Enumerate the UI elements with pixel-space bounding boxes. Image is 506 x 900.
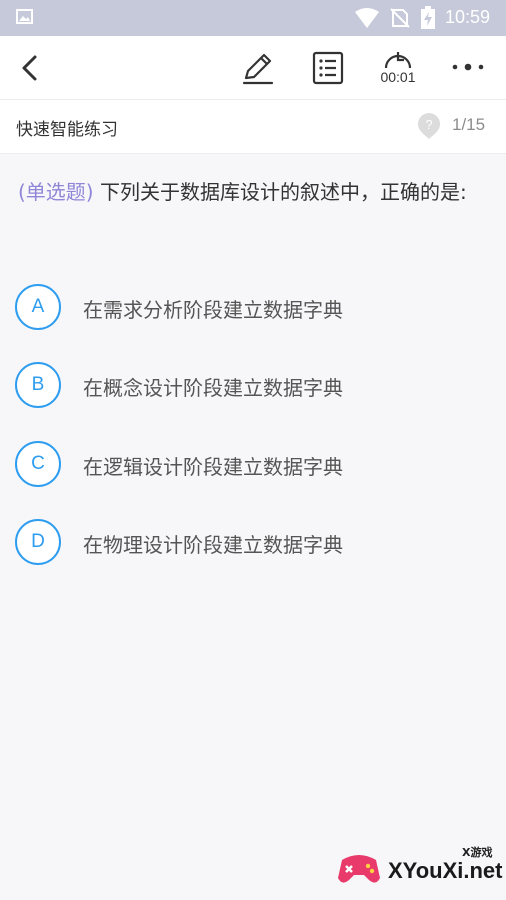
more-icon[interactable]: [448, 60, 488, 74]
option-text: 在需求分析阶段建立数据字典: [83, 298, 343, 322]
option-d[interactable]: D 在物理设计阶段建立数据字典: [15, 519, 485, 571]
timer-icon: [384, 52, 412, 69]
back-icon[interactable]: [16, 52, 44, 84]
question-type-label: (单选题): [18, 180, 94, 204]
page-title: 快速智能练习: [16, 120, 118, 140]
watermark-main: XYouXi.net: [388, 858, 503, 883]
question-text: (单选题) 下列关于数据库设计的叙述中，正确的是:: [18, 174, 488, 211]
option-letter: B: [15, 362, 61, 408]
toolbar: 00:01: [0, 36, 506, 100]
option-text: 在物理设计阶段建立数据字典: [83, 533, 343, 557]
option-text: 在概念设计阶段建立数据字典: [83, 376, 343, 400]
practice-header: 快速智能练习 ? 1/15: [0, 100, 506, 154]
status-bar: 10:59: [0, 0, 506, 36]
wifi-icon: [355, 8, 379, 28]
option-c[interactable]: C 在逻辑设计阶段建立数据字典: [15, 441, 485, 493]
battery-charging-icon: [421, 6, 435, 29]
question-progress: 1/15: [452, 115, 486, 134]
list-icon[interactable]: [311, 50, 345, 86]
no-sim-icon: [390, 8, 410, 28]
question-stem: 下列关于数据库设计的叙述中，正确的是:: [99, 180, 467, 204]
option-letter: A: [15, 284, 61, 330]
option-letter: D: [15, 519, 61, 565]
timer-text: 00:01: [380, 69, 416, 85]
image-icon: [16, 9, 33, 24]
option-letter: C: [15, 441, 61, 487]
watermark: X游戏 XYouXi.net: [336, 842, 503, 894]
edit-icon[interactable]: [240, 50, 276, 86]
hint-icon[interactable]: ?: [417, 112, 441, 140]
option-a[interactable]: A 在需求分析阶段建立数据字典: [15, 284, 485, 336]
status-time: 10:59: [445, 7, 491, 27]
gamepad-logo-icon: [338, 855, 380, 883]
option-b[interactable]: B 在概念设计阶段建立数据字典: [15, 362, 485, 414]
option-text: 在逻辑设计阶段建立数据字典: [83, 455, 343, 479]
svg-text:?: ?: [425, 117, 432, 132]
timer-button[interactable]: 00:01: [375, 46, 421, 92]
